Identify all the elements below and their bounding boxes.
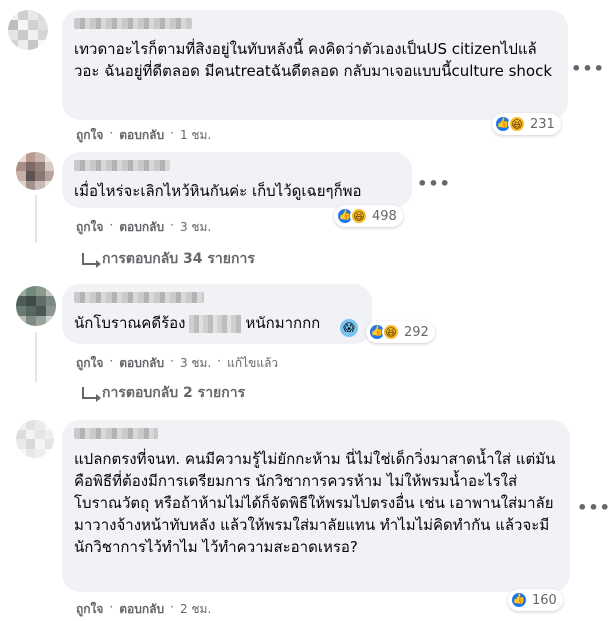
author-name-blurred[interactable] <box>74 292 204 303</box>
comment-bubble: นักโบราณคดีร้อง หนักมากกก <box>62 284 372 344</box>
thread-line <box>35 195 37 243</box>
comment-actions: ถูกใจ · ตอบกลับ · 3 ชม. <box>76 218 211 237</box>
timestamp[interactable]: 2 ชม. <box>180 600 211 619</box>
separator: · <box>170 218 174 232</box>
author-name-blurred[interactable] <box>74 428 158 439</box>
reply-link[interactable]: ตอบกลับ <box>119 218 164 237</box>
reaction-summary[interactable]: 👍 160 <box>508 589 563 611</box>
comment-bubble: เมื่อไหร่จะเลิกไหว้หินกันค่ะ เก็บไว้ดูเฉ… <box>62 152 412 208</box>
reply-link[interactable]: ตอบกลับ <box>119 126 164 145</box>
replies-count-label: การตอบกลับ 2 รายการ <box>102 385 246 401</box>
scream-emoji-icon: 😱 <box>340 319 358 337</box>
comment-text: แปลกตรงที่จนท. คนมีความรู้ไม่ยักกะห้าม น… <box>74 450 556 556</box>
comment-actions: ถูกใจ · ตอบกลับ · 2 ชม. <box>76 600 211 619</box>
reply-arrow-icon <box>82 387 101 402</box>
view-replies-link[interactable]: การตอบกลับ 2 รายการ <box>82 382 245 404</box>
avatar[interactable] <box>16 420 54 458</box>
more-options-button[interactable]: ••• <box>417 173 450 193</box>
separator: · <box>109 354 114 368</box>
reaction-count: 498 <box>372 208 397 224</box>
thread-line <box>35 332 37 382</box>
author-name-blurred[interactable] <box>74 18 192 29</box>
haha-icon: 😆 <box>382 323 400 341</box>
separator: · <box>170 600 174 614</box>
comment-actions: ถูกใจ · ตอบกลับ · 3 ชม. · แก้ไขแล้ว <box>76 354 278 373</box>
comment-actions: ถูกใจ · ตอบกลับ · 1 ชม. <box>76 126 211 145</box>
timestamp[interactable]: 1 ชม. <box>180 126 211 145</box>
view-replies-link[interactable]: การตอบกลับ 34 รายการ <box>82 248 255 270</box>
timestamp[interactable]: 3 ชม. <box>180 218 211 237</box>
separator: · <box>217 354 222 368</box>
reaction-summary[interactable]: 👍 😆 498 <box>334 205 403 227</box>
replies-count-label: การตอบกลับ 34 รายการ <box>102 251 255 267</box>
comment-bubble: เทวดาอะไรก็ตามที่สิงอยู่ในทับหลังนี้ คงค… <box>62 10 568 120</box>
like-icon: 👍 <box>510 591 528 609</box>
reply-link[interactable]: ตอบกลับ <box>119 600 164 619</box>
reaction-count: 160 <box>532 592 557 608</box>
like-link[interactable]: ถูกใจ <box>76 218 103 237</box>
avatar-pixelated <box>16 152 54 190</box>
more-options-button[interactable]: ••• <box>571 58 604 78</box>
reaction-count: 231 <box>530 116 555 132</box>
comment-text: เมื่อไหร่จะเลิกไหว้หินกันค่ะ เก็บไว้ดูเฉ… <box>74 182 362 200</box>
avatar[interactable] <box>16 286 56 326</box>
reply-link[interactable]: ตอบกลับ <box>119 354 164 373</box>
redacted-mention <box>189 314 242 333</box>
timestamp[interactable]: 3 ชม. <box>180 354 211 373</box>
separator: · <box>109 218 114 232</box>
comment-text-before: นักโบราณคดีร้อง <box>74 314 186 332</box>
like-link[interactable]: ถูกใจ <box>76 600 103 619</box>
avatar[interactable] <box>16 152 54 190</box>
reply-arrow-icon <box>82 253 101 268</box>
avatar[interactable] <box>8 10 48 50</box>
haha-icon: 😆 <box>508 115 526 133</box>
like-link[interactable]: ถูกใจ <box>76 354 103 373</box>
reaction-summary[interactable]: 👍 😆 231 <box>492 113 561 135</box>
comment-text-after: หนักมากกก <box>245 314 321 332</box>
like-link[interactable]: ถูกใจ <box>76 126 103 145</box>
reaction-summary[interactable]: 👍 😆 292 <box>366 321 435 343</box>
author-name-blurred[interactable] <box>74 160 170 171</box>
separator: · <box>109 600 114 614</box>
edited-label[interactable]: แก้ไขแล้ว <box>227 354 278 373</box>
haha-icon: 😆 <box>350 207 368 225</box>
more-options-button[interactable]: ••• <box>577 497 610 517</box>
comment-text: นักโบราณคดีร้อง หนักมากกก <box>74 312 360 334</box>
avatar-pixelated <box>8 10 48 50</box>
comment-bubble: แปลกตรงที่จนท. คนมีความรู้ไม่ยักกะห้าม น… <box>62 420 570 592</box>
separator: · <box>109 126 114 140</box>
avatar-pixelated <box>16 286 56 326</box>
comment-text: เทวดาอะไรก็ตามที่สิงอยู่ในทับหลังนี้ คงค… <box>74 40 553 80</box>
separator: · <box>170 354 174 368</box>
avatar-pixelated <box>16 420 54 458</box>
reaction-count: 292 <box>404 324 429 340</box>
separator: · <box>170 126 174 140</box>
